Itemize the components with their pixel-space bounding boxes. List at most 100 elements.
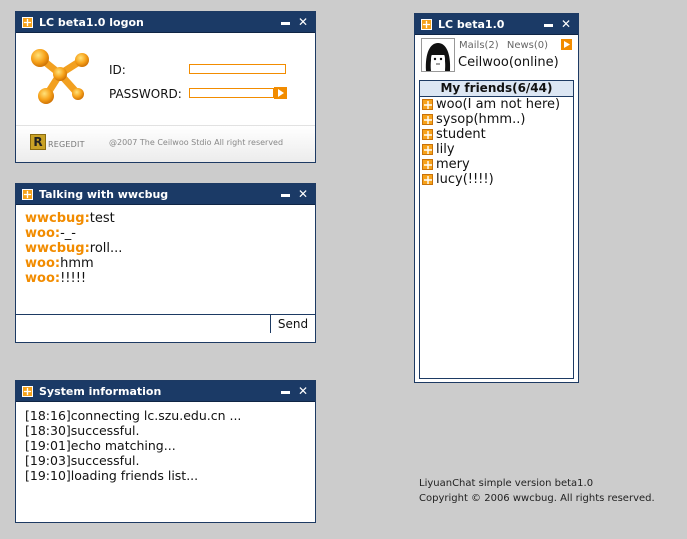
friend-item[interactable]: lucy(!!!!)	[420, 172, 573, 187]
lc-large-logo-icon	[31, 49, 89, 104]
friends-list: My friends(6/44) woo(I am not here) syso…	[419, 80, 574, 379]
friends-list-header[interactable]: My friends(6/44)	[420, 81, 573, 97]
friend-item[interactable]: woo(I am not here)	[420, 97, 573, 112]
friend-name: lucy(!!!!)	[436, 172, 494, 187]
password-input[interactable]	[189, 88, 274, 98]
log-line: [19:10]loading friends list...	[25, 468, 199, 483]
close-icon: ✕	[297, 384, 309, 398]
minimize-button[interactable]	[279, 16, 291, 28]
logon-body: ID: PASSWORD: R REGEDIT @2007 The Ceilwo…	[16, 33, 315, 162]
lc-logo-icon	[421, 18, 432, 30]
chat-sender: wwcbug:	[25, 211, 90, 226]
profile-panel: Mails(2) News(0) Ceilwoo(online)	[415, 35, 578, 77]
logon-titlebar[interactable]: LC beta1.0 logon ✕	[16, 12, 315, 33]
friend-icon	[422, 99, 433, 110]
minimize-icon	[280, 391, 290, 394]
login-go-button[interactable]	[274, 87, 287, 99]
chat-message: woo:!!!!!	[25, 271, 306, 286]
arrow-right-icon	[563, 41, 570, 48]
id-label: ID:	[109, 63, 126, 77]
id-input[interactable]	[189, 64, 286, 74]
about-text: LiyuanChat simple version beta1.0 Copyri…	[419, 476, 655, 506]
close-button[interactable]: ✕	[297, 187, 309, 201]
regedit-icon[interactable]: R	[30, 134, 46, 150]
minimize-button[interactable]	[279, 385, 291, 397]
chat-text: -_-	[60, 226, 76, 241]
version-line: LiyuanChat simple version beta1.0	[419, 478, 594, 489]
chat-sender: woo:	[25, 226, 61, 241]
chat-sender: wwcbug:	[25, 241, 90, 256]
friend-icon	[422, 114, 433, 125]
close-button[interactable]: ✕	[560, 17, 572, 31]
system-info-window: System information ✕ [18:16]connecting l…	[15, 380, 316, 523]
regedit-link[interactable]: REGEDIT	[48, 140, 85, 149]
chat-text: hmm	[60, 256, 94, 271]
chat-titlebar[interactable]: Talking with wwcbug ✕	[16, 184, 315, 205]
friends-title: LC beta1.0	[438, 17, 505, 31]
chat-message: wwcbug:roll...	[25, 241, 306, 256]
logon-footer: R REGEDIT @2007 The Ceilwoo Stdio All ri…	[16, 125, 315, 162]
friend-icon	[422, 174, 433, 185]
friends-window: LC beta1.0 ✕ Mails(2) News(0) Ceilwoo(on…	[414, 13, 579, 383]
chat-text: roll...	[89, 241, 123, 256]
close-button[interactable]: ✕	[297, 15, 309, 29]
chat-sender: woo:	[25, 256, 61, 271]
logon-title: LC beta1.0 logon	[39, 15, 144, 29]
message-input[interactable]	[16, 315, 271, 333]
chat-message: woo:-_-	[25, 226, 306, 241]
friend-item[interactable]: lily	[420, 142, 573, 157]
close-icon: ✕	[560, 17, 572, 31]
friend-name: sysop(hmm..)	[436, 112, 526, 127]
avatar-face-icon	[422, 39, 454, 71]
friends-titlebar[interactable]: LC beta1.0 ✕	[415, 14, 578, 35]
close-icon: ✕	[297, 15, 309, 29]
system-title: System information	[39, 384, 162, 398]
mails-link[interactable]: Mails(2)	[459, 40, 499, 51]
send-row: Send	[16, 315, 315, 333]
close-icon: ✕	[297, 187, 309, 201]
chat-messages[interactable]: wwcbug:test woo:-_- wwcbug:roll... woo:h…	[16, 205, 315, 315]
system-log: [18:16]connecting lc.szu.edu.cn ... [18:…	[16, 402, 315, 489]
minimize-icon	[543, 24, 553, 27]
chat-sender: woo:	[25, 271, 61, 286]
chat-text: !!!!!	[60, 271, 87, 286]
chat-message: wwcbug:test	[25, 211, 306, 226]
log-line: [18:16]connecting lc.szu.edu.cn ...	[25, 408, 242, 423]
close-button[interactable]: ✕	[297, 384, 309, 398]
chat-window: Talking with wwcbug ✕ wwcbug:test woo:-_…	[15, 183, 316, 343]
log-line: [19:01]echo matching...	[25, 438, 176, 453]
friend-icon	[422, 159, 433, 170]
friend-name: lily	[436, 142, 455, 157]
lc-logo-icon	[22, 188, 33, 200]
profile-menu-button[interactable]	[561, 39, 572, 50]
arrow-right-icon	[278, 89, 284, 97]
chat-title: Talking with wwcbug	[39, 187, 169, 201]
friend-item[interactable]: student	[420, 127, 573, 142]
minimize-icon	[280, 22, 290, 25]
chat-text: test	[89, 211, 115, 226]
system-titlebar[interactable]: System information ✕	[16, 381, 315, 402]
logon-copyright: @2007 The Ceilwoo Stdio All right reserv…	[109, 138, 284, 147]
log-line: [19:03]successful.	[25, 453, 140, 468]
friend-name: mery	[436, 157, 470, 172]
friend-icon	[422, 129, 433, 140]
friend-item[interactable]: mery	[420, 157, 573, 172]
news-link[interactable]: News(0)	[507, 40, 548, 51]
friend-item[interactable]: sysop(hmm..)	[420, 112, 573, 127]
logon-window: LC beta1.0 logon ✕ ID: PASSWORD: R REGED…	[15, 11, 316, 163]
send-button[interactable]: Send	[271, 315, 315, 333]
avatar[interactable]	[421, 38, 455, 72]
lc-logo-icon	[22, 16, 33, 28]
copyright-line: Copyright © 2006 wwcbug. All rights rese…	[419, 493, 655, 504]
friend-icon	[422, 144, 433, 155]
lc-logo-icon	[22, 385, 33, 397]
friend-name: student	[436, 127, 486, 142]
user-status: Ceilwoo(online)	[458, 55, 559, 70]
chat-message: woo:hmm	[25, 256, 306, 271]
minimize-icon	[280, 194, 290, 197]
minimize-button[interactable]	[542, 18, 554, 30]
friend-name: woo(I am not here)	[436, 97, 561, 112]
minimize-button[interactable]	[279, 188, 291, 200]
log-line: [18:30]successful.	[25, 423, 140, 438]
mail-news-row: Mails(2) News(0)	[459, 40, 553, 51]
